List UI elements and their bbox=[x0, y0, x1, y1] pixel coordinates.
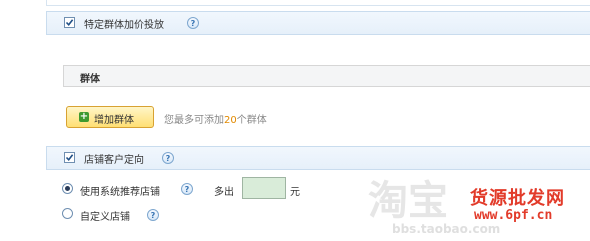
system-store-label: 使用系统推荐店铺 bbox=[80, 187, 160, 198]
add-group-button[interactable]: + 增加群体 bbox=[66, 106, 154, 128]
custom-store-radio[interactable] bbox=[62, 208, 73, 219]
bid-section-label: 特定群体加价投放 bbox=[84, 20, 164, 31]
custom-store-label: 自定义店铺 bbox=[80, 212, 130, 223]
add-group-hint: 您最多可添加20个群体 bbox=[164, 115, 267, 126]
system-store-radio[interactable] bbox=[62, 183, 73, 194]
question-icon[interactable]: ? bbox=[147, 209, 159, 221]
group-table-header: 群体 bbox=[63, 65, 590, 87]
top-border bbox=[46, 0, 590, 6]
taobao-watermark-url: bbs.taobao.com bbox=[392, 222, 501, 236]
add-group-button-label: 增加群体 bbox=[94, 115, 134, 126]
site-watermark: 货源批发网 bbox=[470, 188, 565, 209]
taobao-watermark: 淘宝 bbox=[368, 178, 448, 224]
store-section-bar: 店铺客户定向 ? bbox=[46, 146, 590, 170]
site-watermark-url: www.6pf.cn bbox=[474, 208, 553, 223]
unit-label: 元 bbox=[290, 187, 300, 198]
more-label: 多出 bbox=[214, 187, 234, 198]
store-section-checkbox[interactable] bbox=[64, 152, 75, 163]
group-limit-count: 20 bbox=[224, 115, 237, 126]
bid-section-checkbox[interactable] bbox=[64, 17, 75, 28]
plus-icon: + bbox=[79, 111, 89, 122]
question-icon[interactable]: ? bbox=[162, 152, 174, 164]
more-amount-input[interactable] bbox=[242, 177, 286, 199]
store-section-label: 店铺客户定向 bbox=[84, 155, 144, 166]
question-icon[interactable]: ? bbox=[181, 183, 193, 195]
question-icon[interactable]: ? bbox=[187, 17, 199, 29]
group-column-header: 群体 bbox=[80, 74, 100, 85]
bid-section-bar: 特定群体加价投放 ? bbox=[46, 11, 590, 35]
